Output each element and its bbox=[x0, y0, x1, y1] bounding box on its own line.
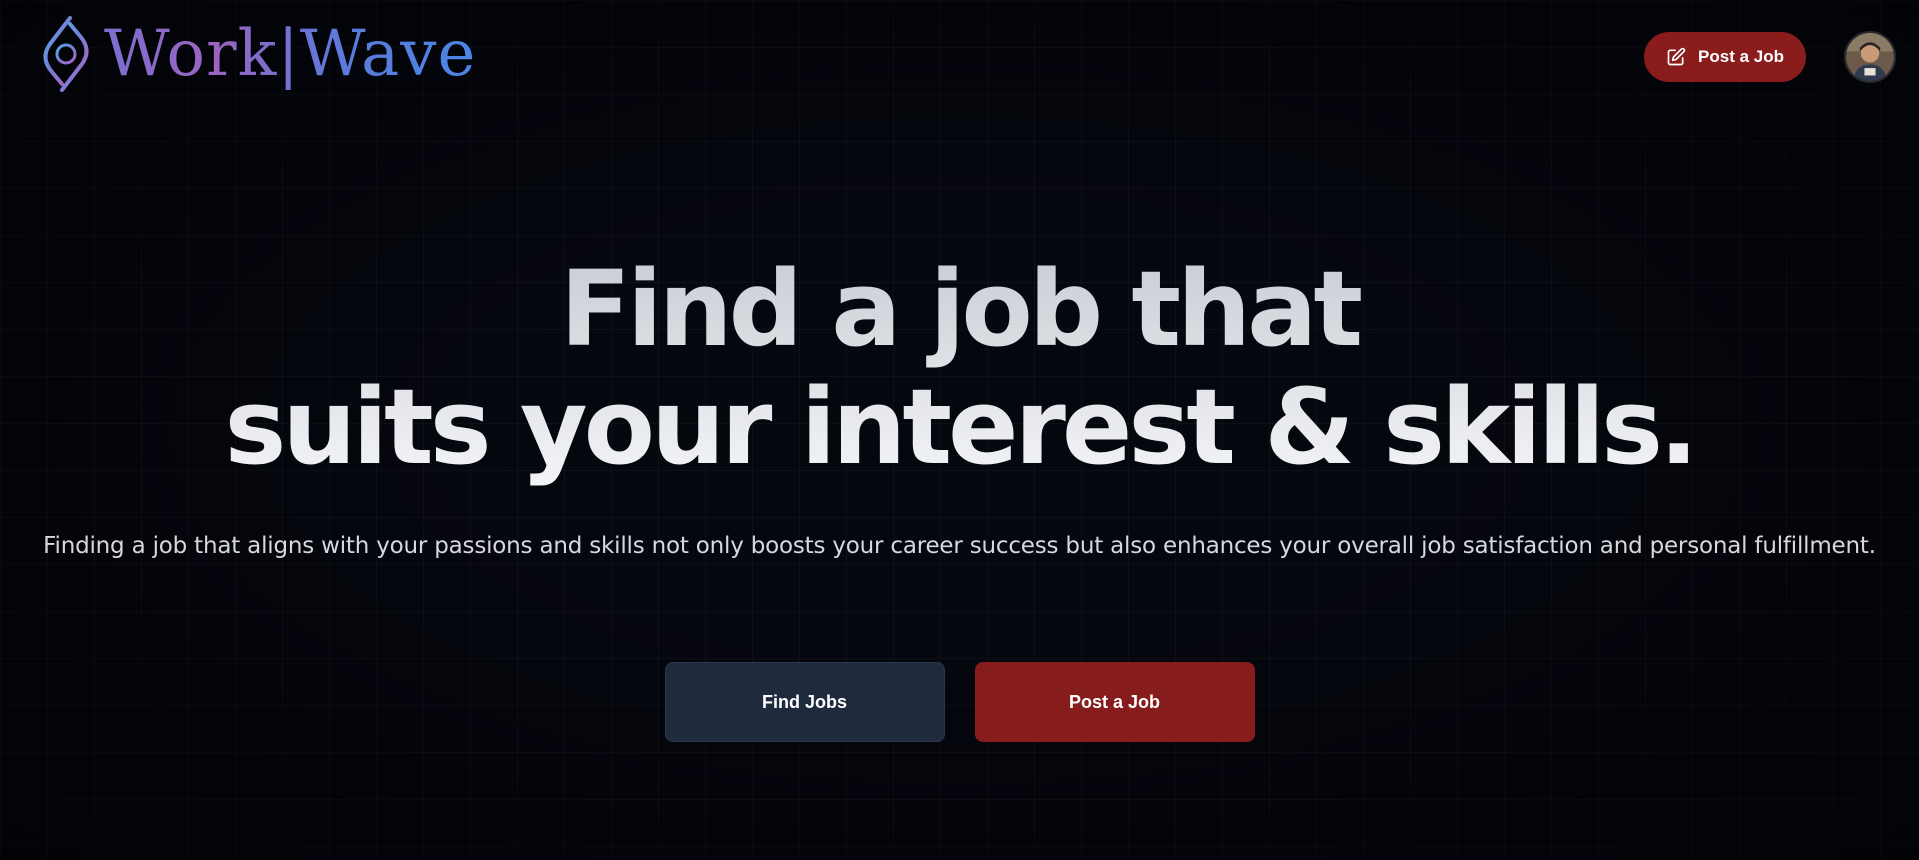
user-avatar[interactable] bbox=[1844, 31, 1896, 83]
brand-link[interactable]: Work|Wave bbox=[36, 14, 476, 94]
workwave-logo-icon bbox=[43, 16, 89, 92]
site-header: Work|Wave Post a Job bbox=[0, 0, 1919, 110]
edit-square-icon bbox=[1667, 47, 1686, 66]
landing-page: Work|Wave Post a Job Find a job that sui… bbox=[0, 0, 1919, 860]
hero-headline: Find a job that suits your interest & sk… bbox=[0, 250, 1919, 486]
post-job-button[interactable]: Post a Job bbox=[974, 662, 1255, 742]
hero-subtitle: Finding a job that aligns with your pass… bbox=[43, 533, 1876, 559]
find-jobs-button[interactable]: Find Jobs bbox=[664, 662, 945, 742]
user-avatar-icon bbox=[1846, 33, 1894, 81]
header-post-job-label: Post a Job bbox=[1698, 47, 1784, 66]
hero-headline-line2: suits your interest & skills. bbox=[224, 366, 1695, 488]
hero-section: Find a job that suits your interest & sk… bbox=[0, 250, 1919, 486]
header-post-job-button[interactable]: Post a Job bbox=[1644, 32, 1806, 82]
hero-headline-line1: Find a job that bbox=[559, 248, 1360, 370]
hero-cta-group: Find Jobs Post a Job bbox=[0, 662, 1919, 742]
brand-name: Work|Wave bbox=[104, 14, 476, 94]
